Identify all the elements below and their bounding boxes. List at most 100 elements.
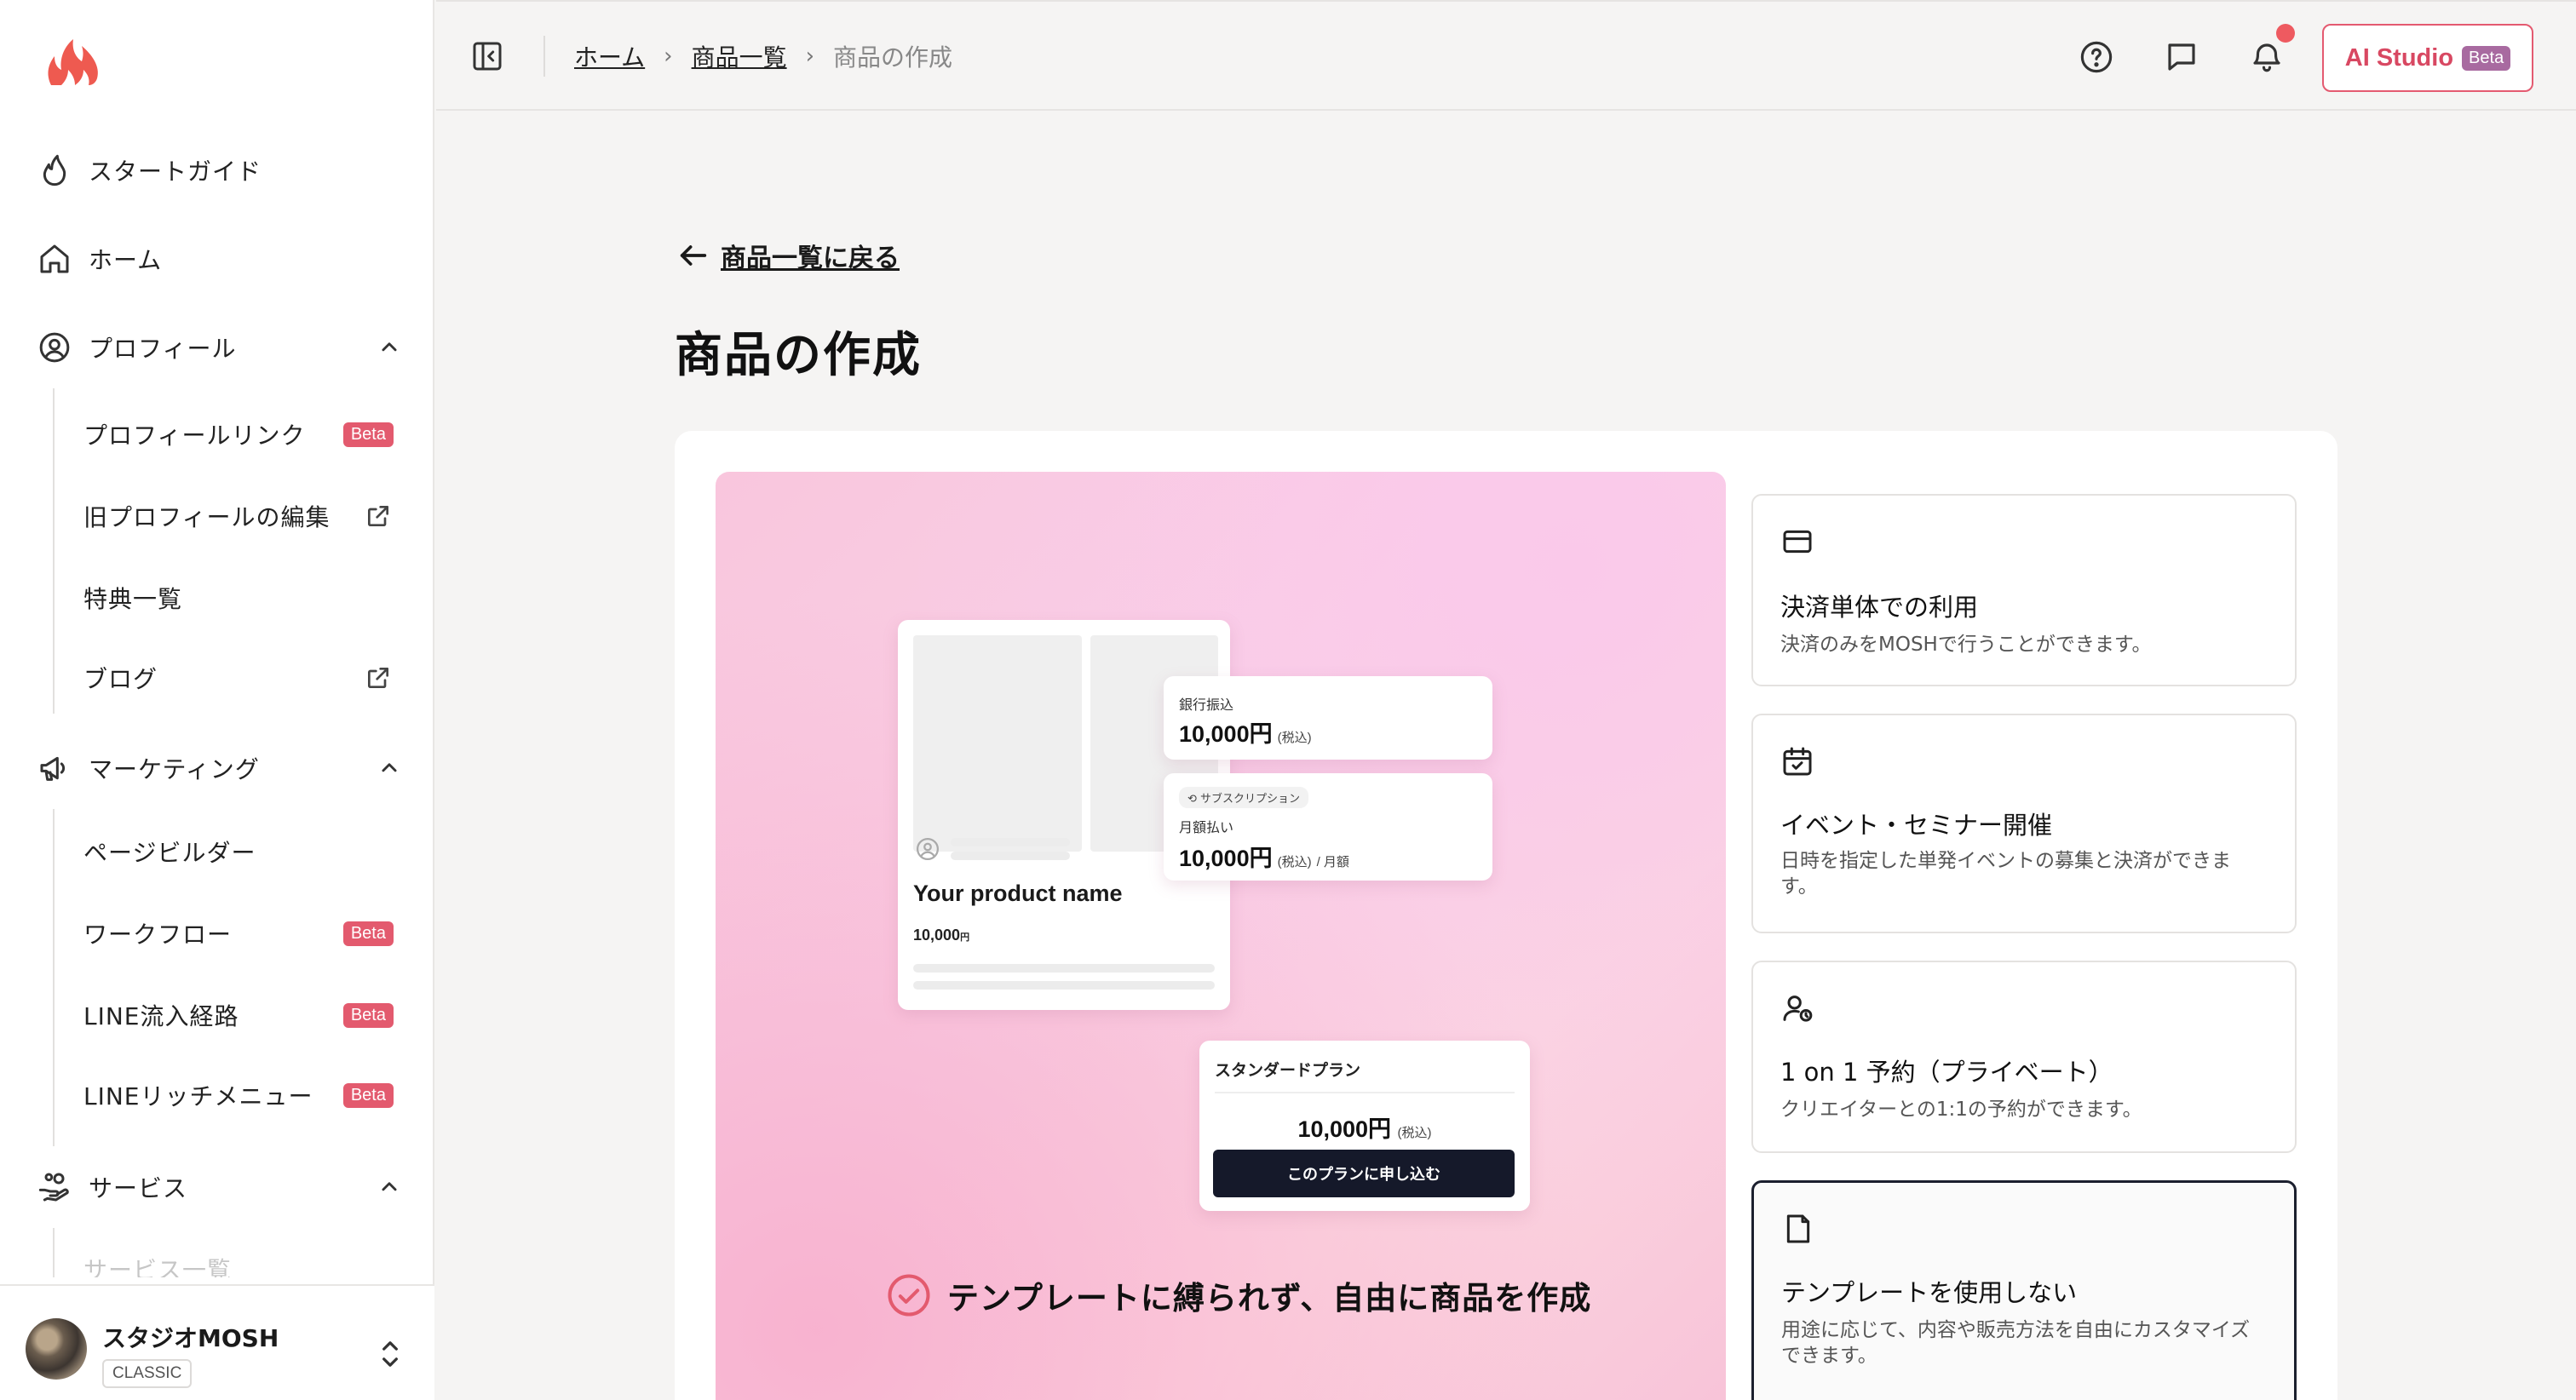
arrow-left-icon: [680, 245, 707, 266]
top-header: ホーム › 商品一覧 › 商品の作成 AI Studio Beta: [436, 0, 2576, 111]
option-payment-only[interactable]: 決済単体での利用 決済のみをMOSHで行うことができます。: [1751, 494, 2297, 686]
mock-text-line: [951, 838, 1070, 846]
mock-subscription-tag: ⟲ サブスクリプション: [1179, 787, 1309, 808]
breadcrumb-home[interactable]: ホーム: [574, 39, 645, 73]
user-circle-icon: [37, 330, 72, 364]
mock-subscription-label: 月額払い: [1179, 819, 1234, 835]
beta-badge: Beta: [342, 921, 394, 946]
preview-tagline: テンプレートに縛られず、自由に商品を作成: [886, 1272, 1591, 1318]
sidebar-subitem-workflow[interactable]: ワークフロー Beta: [83, 903, 404, 964]
sidebar-item-service[interactable]: サービス: [37, 1153, 404, 1221]
submenu-guide-line: [53, 388, 55, 714]
notification-dot: [2276, 24, 2295, 43]
chat-icon[interactable]: [2164, 39, 2199, 75]
sidebar-subitem-benefits[interactable]: 特典一覧: [83, 567, 404, 628]
chevron-up-icon[interactable]: [375, 754, 404, 783]
account-name: スタジオMOSH: [102, 1324, 279, 1352]
sidebar-subitem-label: サービス一覧: [83, 1256, 233, 1277]
sidebar-subitem-profile-link[interactable]: プロフィールリンク Beta: [83, 404, 404, 465]
page-title: 商品の作成: [675, 328, 922, 383]
option-description: 日時を指定した単発イベントの募集と決済ができます。: [1780, 850, 2231, 898]
mock-subscription-card: ⟲ サブスクリプション 月額払い 10,000円 (税込) / 月額: [1164, 773, 1492, 881]
user-clock-icon: [1780, 991, 1814, 1025]
sidebar-item-label: マーケティング: [89, 755, 260, 783]
mock-text-line: [913, 981, 1215, 990]
sidebar: スタートガイド ホーム プロフィール プロフィールリンク Beta 旧プロフィー…: [0, 0, 434, 1400]
sidebar-subitem-line-inflow[interactable]: LINE流入経路 Beta: [83, 984, 404, 1046]
option-one-on-one[interactable]: 1 on 1 予約（プライベート） クリエイターとの1:1の予約ができます。: [1751, 961, 2297, 1153]
external-link-icon: [365, 502, 392, 530]
bell-icon[interactable]: [2249, 39, 2285, 75]
sidebar-collapse-icon[interactable]: [470, 39, 504, 73]
chevron-up-down-icon[interactable]: [375, 1335, 405, 1373]
sidebar-subitem-label: LINEリッチメニュー: [83, 1082, 313, 1110]
sidebar-item-label: プロフィール: [89, 335, 237, 363]
option-description: 用途に応じて、内容や販売方法を自由にカスタマイズできます。: [1781, 1319, 2251, 1367]
breadcrumb-current: 商品の作成: [833, 43, 953, 72]
sidebar-subitem-label: ブログ: [83, 665, 158, 693]
sidebar-subitem-label: ページビルダー: [83, 839, 256, 867]
sidebar-item-label: サービス: [89, 1174, 188, 1202]
avatar: [26, 1318, 87, 1380]
back-to-products-link[interactable]: 商品一覧に戻る: [676, 237, 900, 274]
file-icon: [1781, 1212, 1815, 1246]
mock-text-line: [913, 964, 1215, 973]
sidebar-subitem-page-builder[interactable]: ページビルダー: [83, 821, 404, 882]
sidebar-item-marketing[interactable]: マーケティング: [37, 734, 404, 802]
mock-bank-transfer-card: 銀行振込 10,000円 (税込): [1164, 676, 1492, 760]
sidebar-subitem-service-list[interactable]: サービス一覧: [83, 1238, 404, 1277]
sidebar-subitem-blog[interactable]: ブログ: [83, 647, 404, 709]
mock-text-line: [951, 852, 1070, 860]
sidebar-subitem-old-profile-edit[interactable]: 旧プロフィールの編集: [83, 485, 404, 547]
sidebar-item-label: ホーム: [89, 246, 163, 274]
option-no-template[interactable]: テンプレートを使用しない 用途に応じて、内容や販売方法を自由にカスタマイズできま…: [1751, 1180, 2297, 1400]
preview-tagline-text: テンプレートに縛られず、自由に商品を作成: [947, 1280, 1592, 1317]
option-description: 決済のみをMOSHで行うことができます。: [1780, 634, 2152, 656]
logo-flame-icon[interactable]: [44, 36, 104, 89]
option-description: クリエイターとの1:1の予約ができます。: [1780, 1099, 2142, 1121]
chevron-up-icon[interactable]: [375, 1173, 404, 1202]
mock-plan-title: スタンダードプラン: [1215, 1061, 1361, 1080]
option-title: テンプレートを使用しない: [1781, 1278, 2078, 1307]
mock-bank-label: 銀行振込: [1179, 697, 1234, 713]
ai-studio-button[interactable]: AI Studio Beta: [2322, 24, 2533, 92]
option-event-seminar[interactable]: イベント・セミナー開催 日時を指定した単発イベントの募集と決済ができます。: [1751, 714, 2297, 933]
mock-subscription-price: 10,000円 (税込) / 月額: [1179, 846, 1349, 871]
mock-product-price: 10,000円: [913, 927, 970, 944]
option-title: イベント・セミナー開催: [1780, 811, 2053, 840]
megaphone-icon: [37, 751, 72, 785]
sidebar-item-label: スタートガイド: [89, 158, 262, 186]
home-icon: [37, 242, 72, 276]
ai-studio-label: AI Studio: [2344, 43, 2454, 72]
account-switcher[interactable]: スタジオMOSH CLASSIC: [0, 1284, 434, 1400]
sidebar-subitem-label: 特典一覧: [83, 585, 183, 613]
header-divider: [543, 36, 545, 77]
sidebar-item-start-guide[interactable]: スタートガイド: [37, 136, 404, 204]
sidebar-subitem-label: ワークフロー: [83, 921, 233, 949]
help-icon[interactable]: [2079, 39, 2114, 75]
breadcrumb-products[interactable]: 商品一覧: [692, 39, 787, 73]
submenu-guide-line: [53, 1228, 55, 1277]
submenu-guide-line: [53, 809, 55, 1146]
chevron-up-icon[interactable]: [375, 333, 404, 362]
sidebar-subitem-label: プロフィールリンク: [83, 422, 306, 450]
mock-bank-price: 10,000円 (税込): [1179, 721, 1312, 747]
beta-badge: Beta: [342, 1003, 394, 1028]
sidebar-subitem-label: 旧プロフィールの編集: [83, 503, 331, 531]
mock-product-name: Your product name: [913, 881, 1123, 906]
sidebar-item-home[interactable]: ホーム: [37, 225, 404, 293]
mock-plan-price: 10,000円 (税込): [1297, 1116, 1432, 1142]
mock-plan-card: スタンダードプラン 10,000円 (税込) このプランに申し込む: [1199, 1041, 1530, 1211]
chevron-right-icon: ›: [805, 43, 814, 69]
back-link-label: 商品一覧に戻る: [721, 244, 900, 273]
option-title: 決済単体での利用: [1780, 593, 1979, 622]
sidebar-subitem-line-rich-menu[interactable]: LINEリッチメニュー Beta: [83, 1064, 404, 1126]
flame-icon: [37, 153, 72, 187]
user-circle-icon: [915, 836, 940, 862]
sidebar-item-profile[interactable]: プロフィール: [37, 313, 404, 382]
check-circle-icon: [888, 1274, 930, 1317]
template-preview: Your product name 10,000円 銀行振込 10,000円 (税…: [716, 472, 1726, 1400]
credit-card-icon: [1780, 525, 1814, 559]
product-type-card: Your product name 10,000円 銀行振込 10,000円 (税…: [675, 431, 2337, 1400]
breadcrumb: ホーム › 商品一覧 › 商品の作成: [574, 39, 952, 73]
